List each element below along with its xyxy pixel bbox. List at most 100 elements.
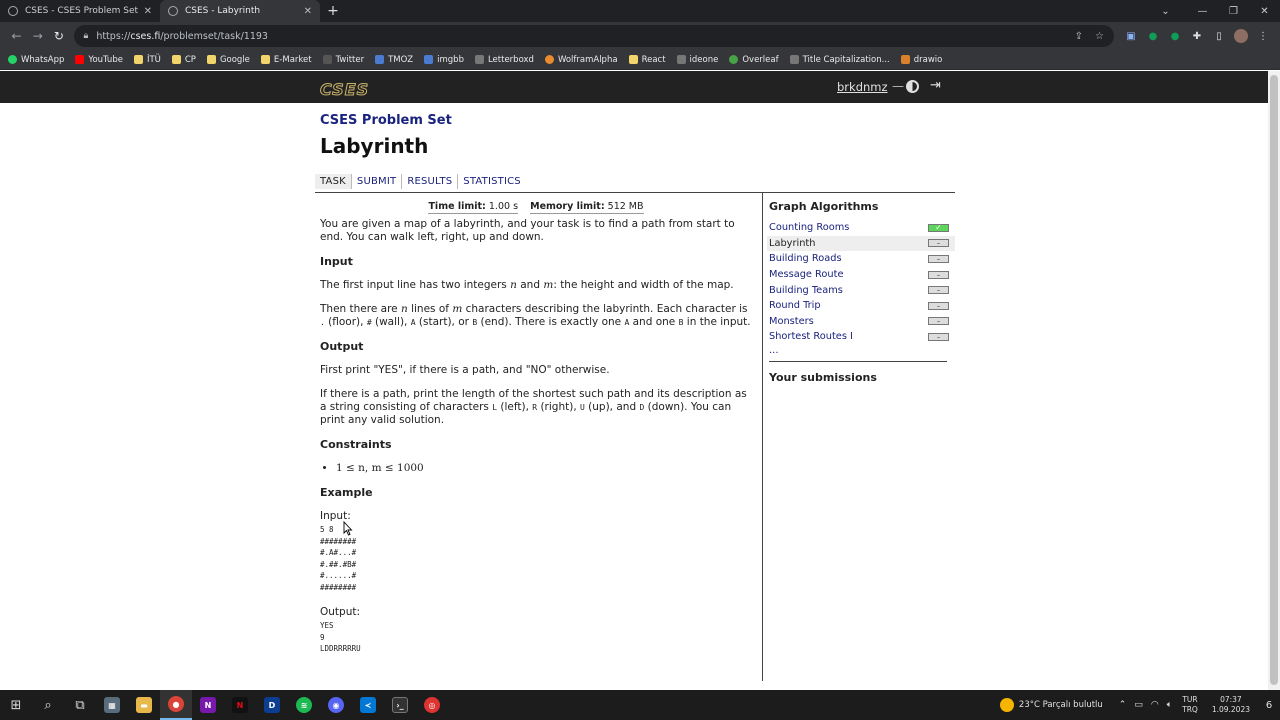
grammarly-extension-icon[interactable]: ●: [1144, 27, 1162, 45]
wifi-icon[interactable]: ◠: [1151, 700, 1159, 710]
title-cap-icon: [789, 55, 799, 64]
close-icon[interactable]: ✕: [304, 6, 312, 17]
bookmark-overleaf[interactable]: Overleaf: [729, 55, 779, 65]
disney-icon[interactable]: D: [256, 690, 288, 720]
bookmark-whatsapp[interactable]: WhatsApp: [8, 55, 64, 65]
cses-logo[interactable]: CSES: [319, 80, 369, 100]
bookmark-react[interactable]: React: [628, 55, 666, 65]
share-icon[interactable]: ⇪: [1075, 31, 1083, 42]
tab-statistics[interactable]: STATISTICS: [458, 174, 526, 189]
window-close-icon[interactable]: ✕: [1249, 0, 1280, 22]
discord-icon[interactable]: ◉: [320, 690, 352, 720]
menu-dots-icon[interactable]: ⋮: [1254, 27, 1272, 45]
vscode-icon[interactable]: ≺: [352, 690, 384, 720]
url-path: /problemset/task/1193: [160, 30, 268, 42]
bookmark-wolframalpha[interactable]: WolframAlpha: [544, 55, 618, 65]
sidebar-item-labyrinth[interactable]: Labyrinth –: [767, 235, 955, 252]
sidebar-item-counting-rooms[interactable]: Counting Rooms ✓: [769, 220, 955, 236]
unsolved-status-icon: –: [928, 332, 949, 341]
onenote-icon[interactable]: N: [192, 690, 224, 720]
browser-tab-tasks[interactable]: CSES - CSES Problem Set - Tasks ✕: [0, 0, 160, 22]
spotify-icon[interactable]: ≋: [288, 690, 320, 720]
overleaf-icon: [729, 55, 739, 64]
search-icon[interactable]: ⌕: [32, 690, 64, 720]
theme-toggle-icon[interactable]: [906, 80, 919, 93]
bookmark-letterboxd[interactable]: Letterboxd: [474, 55, 534, 65]
bookmark-emarket[interactable]: E-Market: [260, 55, 312, 65]
weather-widget[interactable]: 23°C Parçalı bulutlu: [999, 698, 1103, 712]
forward-icon[interactable]: →: [27, 25, 48, 47]
browser-tab-bar: CSES - CSES Problem Set - Tasks ✕ CSES -…: [0, 0, 1280, 22]
terminal-icon[interactable]: ›_: [384, 690, 416, 720]
example-output: YES 9 LDDRRRRRU: [320, 621, 361, 653]
url-input[interactable]: 🔒︎ https://cses.fi/problemset/task/1193 …: [73, 25, 1114, 47]
bookmark-drawio[interactable]: drawio: [900, 55, 942, 65]
profile-avatar[interactable]: [1233, 29, 1248, 43]
minimize-icon[interactable]: —: [1187, 0, 1218, 22]
tmoz-icon: [375, 55, 385, 64]
chevron-up-icon[interactable]: ⌃: [1119, 700, 1127, 710]
sidebar-item-message-route[interactable]: Message Route –: [769, 267, 955, 283]
app-icon[interactable]: ◎: [416, 690, 448, 720]
unsolved-status-icon: –: [928, 286, 949, 295]
more-tasks-link[interactable]: ...: [769, 345, 955, 357]
bookmark-google[interactable]: Google: [206, 55, 250, 65]
browser-tab-labyrinth[interactable]: CSES - Labyrinth ✕: [160, 0, 320, 22]
side-panel-icon[interactable]: ▯: [1210, 27, 1228, 45]
example-input: 5 8 ######## #.A#...# #.##.#B# #......# …: [320, 525, 357, 592]
puzzle-icon[interactable]: ✚: [1188, 27, 1206, 45]
network-icon[interactable]: ▭: [1134, 700, 1143, 710]
app-icon[interactable]: ▦: [96, 690, 128, 720]
window-controls: ⌄ — ❐ ✕: [1150, 0, 1280, 22]
bookmark-youtube[interactable]: YouTube: [75, 55, 123, 65]
reload-icon[interactable]: ↻: [48, 25, 69, 47]
sidebar-item-building-roads[interactable]: Building Roads –: [769, 251, 955, 267]
memory-limit-label: Memory limit:: [530, 201, 605, 212]
divider: [762, 193, 763, 681]
bookmark-tmoz[interactable]: TMOZ: [375, 55, 413, 65]
sidebar-item-shortest-routes-i[interactable]: Shortest Routes I –: [769, 329, 955, 345]
new-tab-button[interactable]: +: [320, 0, 346, 22]
unsolved-status-icon: –: [928, 317, 949, 326]
close-icon[interactable]: ✕: [144, 6, 152, 17]
task-view-icon[interactable]: ⧉: [64, 690, 96, 720]
netflix-icon[interactable]: N: [224, 690, 256, 720]
sidebar-item-building-teams[interactable]: Building Teams –: [769, 282, 955, 298]
translate-extension-icon[interactable]: ▣: [1122, 27, 1140, 45]
output-heading: Output: [320, 340, 364, 353]
back-icon[interactable]: ←: [6, 25, 27, 47]
bookmark-star-icon[interactable]: ☆: [1095, 31, 1104, 42]
folder-icon: [628, 55, 638, 64]
constraints-list: 1 ≤ n, m ≤ 1000: [336, 462, 752, 475]
tab-submit[interactable]: SUBMIT: [352, 173, 403, 189]
bookmark-cp[interactable]: CP: [171, 55, 196, 65]
scrollbar-thumb[interactable]: [1270, 75, 1278, 685]
tab-results[interactable]: RESULTS: [402, 173, 459, 189]
bookmark-imgbb[interactable]: imgbb: [424, 55, 464, 65]
clock[interactable]: 07:37 1.09.2023: [1212, 695, 1250, 715]
system-tray: 23°C Parçalı bulutlu ⌃ ▭ ◠ 🔈︎ TUR TRQ 07:…: [999, 690, 1280, 720]
sidebar-item-round-trip[interactable]: Round Trip –: [769, 298, 955, 314]
task-list: Counting Rooms ✓ Labyrinth – Building Road…: [767, 220, 955, 345]
problem-set-link[interactable]: CSES Problem Set: [320, 113, 452, 128]
page-scrollbar[interactable]: [1268, 71, 1280, 690]
volume-icon[interactable]: 🔈︎: [1167, 700, 1172, 710]
sidebar-item-monsters[interactable]: Monsters –: [769, 314, 955, 330]
language-indicator[interactable]: TUR TRQ: [1182, 695, 1198, 715]
notification-icon[interactable]: 6: [1258, 700, 1280, 711]
bookmark-title-capitalization[interactable]: Title Capitalization...: [789, 55, 890, 65]
bookmark-itu[interactable]: İTÜ: [133, 55, 161, 65]
windows-start-icon[interactable]: ⊞: [0, 690, 32, 720]
time-limit-label: Time limit:: [428, 201, 486, 212]
restore-icon[interactable]: ❐: [1218, 0, 1249, 22]
chrome-icon[interactable]: ●: [160, 690, 192, 720]
file-explorer-icon[interactable]: ▬: [128, 690, 160, 720]
logout-icon[interactable]: ⇥: [930, 78, 941, 93]
lock-icon[interactable]: 🔒︎: [84, 31, 89, 41]
tab-task[interactable]: TASK: [315, 173, 352, 189]
extension-icon[interactable]: ●: [1166, 27, 1184, 45]
username-link[interactable]: brkdnmz: [837, 80, 888, 94]
bookmark-twitter[interactable]: Twitter: [322, 55, 364, 65]
tab-search-icon[interactable]: ⌄: [1150, 0, 1181, 22]
bookmark-ideone[interactable]: ideone: [676, 55, 718, 65]
